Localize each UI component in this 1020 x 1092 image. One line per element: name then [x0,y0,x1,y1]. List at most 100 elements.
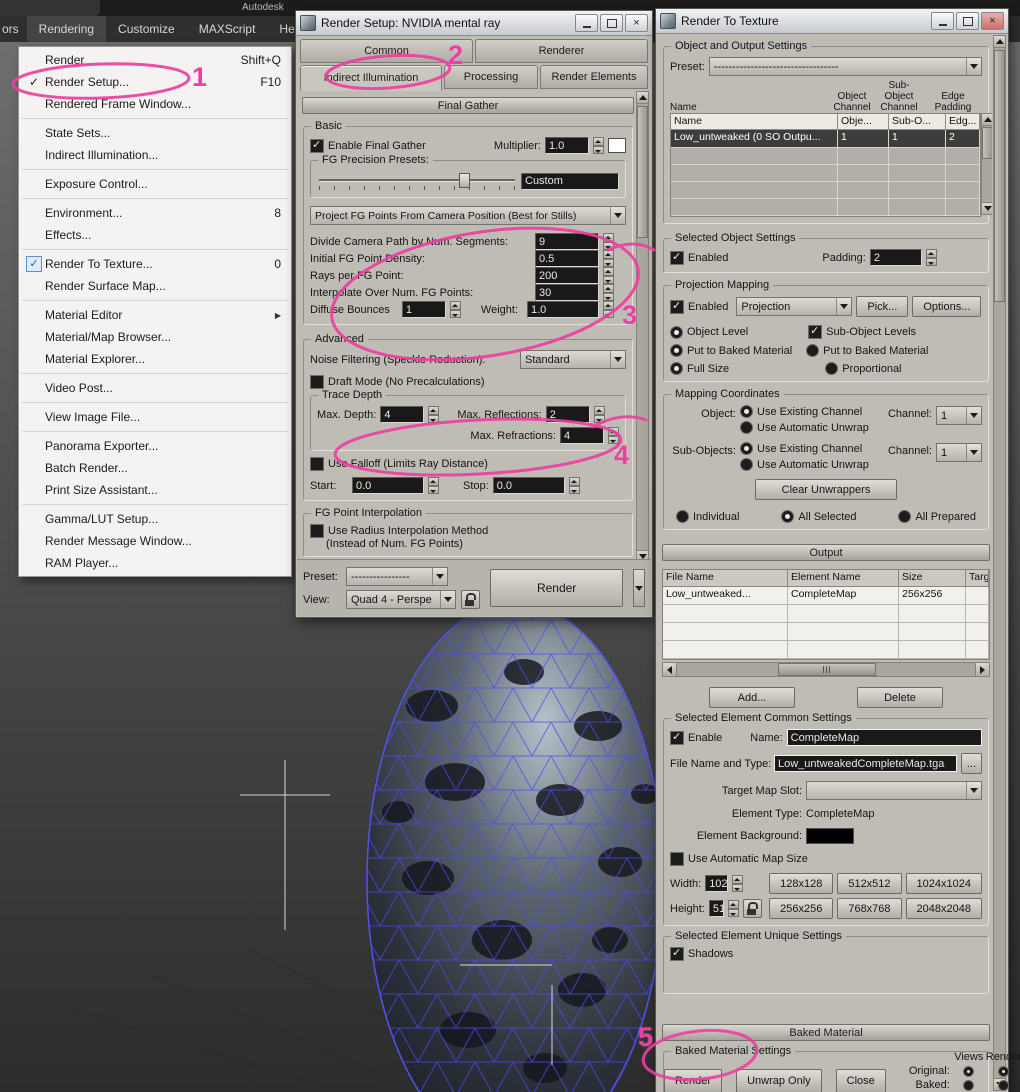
weight-spinner[interactable] [603,301,614,318]
rays-per-point-field[interactable]: 200 [535,267,599,284]
fg-density-field[interactable]: 0.5 [535,250,599,267]
falloff-start-field[interactable]: 0.0 [352,477,424,494]
close-button[interactable]: × [981,12,1004,30]
element-enable-checkbox[interactable] [670,730,684,745]
fg-preset-field[interactable]: Custom [521,172,619,190]
diffuse-bounces-field[interactable]: 1 [401,301,446,318]
delete-button[interactable]: Delete [857,687,943,708]
table-row[interactable] [671,182,981,199]
fg-project-mode-dropdown[interactable]: Project FG Points From Camera Position (… [310,206,626,225]
menubar-item-customize[interactable]: Customize [106,16,187,42]
multiplier-field[interactable]: 1.0 [545,137,589,154]
size-512-button[interactable]: 512x512 [837,873,902,894]
add-button[interactable]: Add... [709,687,795,708]
rays-per-point-spinner[interactable] [603,267,614,284]
draft-mode-checkbox[interactable] [310,375,324,389]
tab-render-elements[interactable]: Render Elements [540,65,648,89]
padding-field[interactable]: 2 [869,249,922,266]
table-row[interactable] [671,148,981,165]
scroll-down-icon[interactable] [982,202,992,214]
lock-icon[interactable] [461,590,480,609]
objects-table-scrollbar[interactable] [981,113,992,215]
scroll-up-icon[interactable] [637,92,648,104]
menu-item-material-editor[interactable]: Material Editor ▶ [19,304,291,326]
close-button[interactable]: Close [835,1069,886,1092]
tab-processing[interactable]: Processing [444,65,538,89]
proportional-radio[interactable] [825,362,839,375]
menu-item-batch-render[interactable]: Batch Render... [19,457,291,479]
pick-button[interactable]: Pick... [856,296,909,317]
menu-item-material-explorer[interactable]: Material Explorer... [19,348,291,370]
max-refractions-field[interactable]: 4 [560,427,604,444]
sub-object-levels-checkbox[interactable] [808,324,823,339]
minimize-button[interactable] [575,14,598,32]
menu-item-render-surface-map[interactable]: Render Surface Map... [19,275,291,297]
shadows-checkbox[interactable] [670,946,684,961]
weight-field[interactable]: 1.0 [527,301,599,318]
noise-filtering-dropdown[interactable]: Standard [520,350,626,369]
rtt-titlebar[interactable]: Render To Texture × [656,9,1008,34]
menu-item-print-size-assistant[interactable]: Print Size Assistant... [19,479,291,501]
max-reflections-spinner[interactable] [593,406,605,423]
scrollbar-thumb[interactable] [778,663,876,676]
use-falloff-checkbox[interactable] [310,457,324,471]
element-background-swatch[interactable] [806,828,854,844]
interpolate-points-spinner[interactable] [603,284,614,301]
menu-item-view-image-file[interactable]: View Image File... [19,406,291,428]
radius-interpolation-checkbox[interactable] [310,524,324,538]
object-channel-dropdown[interactable]: 1 [936,406,982,425]
put-baked-right-radio[interactable] [806,344,820,357]
menu-item-effects[interactable]: Effects... [19,224,291,246]
minimize-button[interactable] [931,12,954,30]
maximize-button[interactable] [600,14,623,32]
menu-item-panorama-exporter[interactable]: Panorama Exporter... [19,435,291,457]
projection-dropdown[interactable]: Projection [736,297,853,316]
maximize-button[interactable] [956,12,979,30]
target-map-slot-dropdown[interactable] [806,781,982,800]
final-gather-rollout[interactable]: Final Gather [302,97,634,114]
sub-channel-dropdown[interactable]: 1 [936,443,982,462]
multiplier-spinner[interactable] [593,137,604,154]
divide-segments-spinner[interactable] [603,233,614,250]
render-button[interactable]: Render [490,569,624,607]
browse-button[interactable]: ... [960,753,982,774]
preset-dropdown[interactable]: ---------------- [346,567,448,586]
size-128-button[interactable]: 128x128 [769,873,834,894]
menu-item-render-to-texture[interactable]: ✓ Render To Texture... 0 [19,253,291,275]
menu-item-environment[interactable]: Environment... 8 [19,202,291,224]
rtt-preset-dropdown[interactable]: ---------------------------------- [708,57,982,76]
scroll-up-icon[interactable] [982,114,992,126]
full-size-radio[interactable] [670,362,683,375]
file-name-field[interactable]: Low_untweakedCompleteMap.tga [774,755,957,772]
height-field[interactable]: 512 [708,900,725,917]
size-1024-button[interactable]: 1024x1024 [905,873,982,894]
interpolate-points-field[interactable]: 30 [535,284,599,301]
sub-use-existing-radio[interactable] [740,442,753,455]
size-2048-button[interactable]: 2048x2048 [905,898,982,919]
output-table[interactable]: File Name Element Name Size Targ Low_unt… [662,569,990,660]
table-row-selected[interactable]: Low_untweaked (0 SO Outpu... 1 1 2 [671,130,981,148]
falloff-stop-spinner[interactable] [568,477,580,494]
object-use-auto-radio[interactable] [740,421,753,434]
menu-item-rendered-frame-window[interactable]: Rendered Frame Window... [19,93,291,115]
scrollbar-thumb[interactable] [982,127,992,159]
put-baked-left-radio[interactable] [670,344,683,357]
projection-enabled-checkbox[interactable] [670,299,684,314]
menu-item-render-setup[interactable]: ✓ Render Setup... F10 [19,71,291,93]
table-row-selected[interactable]: Low_untweaked... CompleteMap 256x256 [663,587,989,605]
max-depth-spinner[interactable] [428,406,440,423]
footer-expand-button[interactable] [633,569,645,607]
element-name-field[interactable]: CompleteMap [786,729,982,746]
width-field[interactable]: 1024 [705,875,729,892]
enable-final-gather-checkbox[interactable] [310,138,324,153]
object-enabled-checkbox[interactable] [670,250,684,265]
table-row[interactable] [663,605,989,623]
size-768-button[interactable]: 768x768 [837,898,902,919]
falloff-stop-field[interactable]: 0.0 [492,477,565,494]
menu-item-render[interactable]: Render Shift+Q [19,49,291,71]
lock-icon[interactable] [743,899,763,918]
output-table-hscrollbar[interactable] [662,662,990,677]
individual-radio[interactable] [676,510,689,523]
auto-map-size-checkbox[interactable] [670,852,684,866]
render-setup-titlebar[interactable]: Render Setup: NVIDIA mental ray × [296,11,652,36]
